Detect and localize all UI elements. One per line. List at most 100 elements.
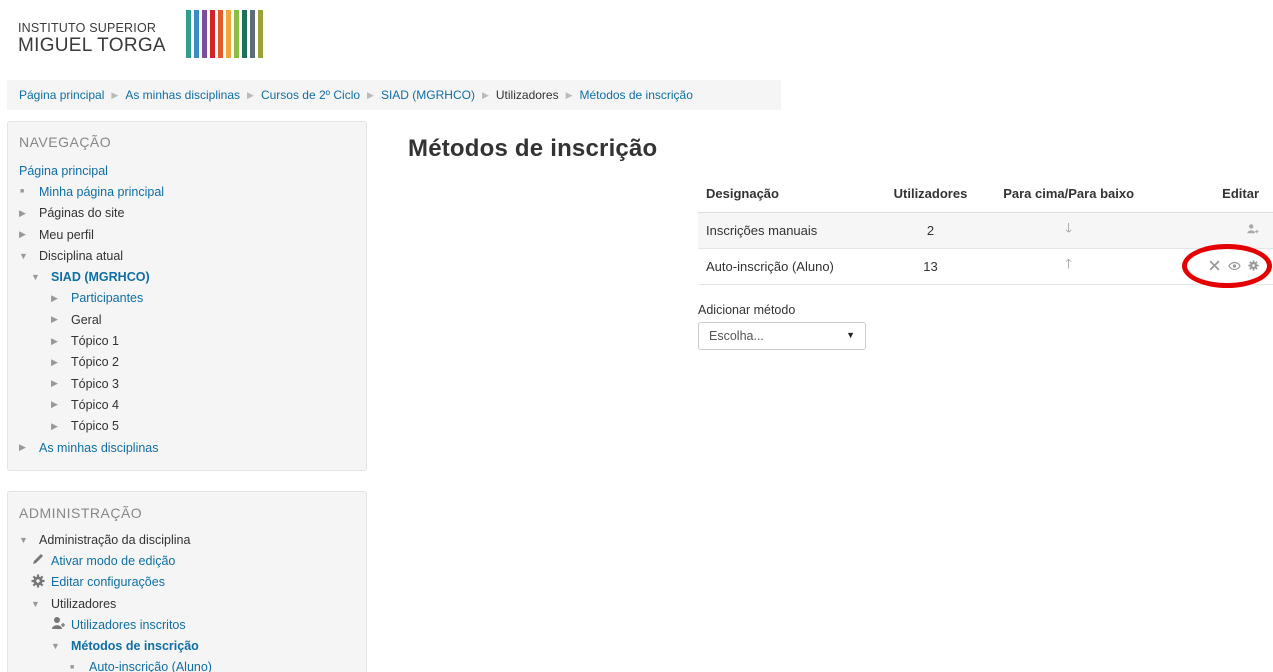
admin-edit-settings-link[interactable]: Editar configurações bbox=[51, 575, 165, 589]
admin-course-administration[interactable]: ▼ Administração da disciplina bbox=[19, 529, 212, 550]
method-user-count: 2 bbox=[872, 212, 989, 249]
page-title: Métodos de inscrição bbox=[408, 135, 658, 162]
method-user-count: 13 bbox=[872, 248, 989, 285]
breadcrumb-home[interactable]: Página principal bbox=[19, 88, 104, 102]
breadcrumb-my-courses[interactable]: As minhas disciplinas bbox=[125, 88, 240, 102]
logo-line2: MIGUEL TORGA bbox=[18, 34, 166, 56]
add-method-label: Adicionar método bbox=[698, 303, 796, 317]
nav-participants-link[interactable]: Participantes bbox=[71, 291, 143, 305]
logo-bar bbox=[226, 10, 231, 58]
nav-topic-1[interactable]: ▶ Tópico 1 bbox=[19, 330, 164, 351]
breadcrumb-enrolment-methods[interactable]: Métodos de inscrição bbox=[580, 88, 693, 102]
nav-topic-3[interactable]: ▶ Tópico 3 bbox=[19, 373, 164, 394]
table-row: Inscrições manuais 2 🡓 bbox=[698, 212, 1273, 249]
logo-bar bbox=[258, 10, 263, 58]
gear-icon bbox=[31, 574, 51, 591]
navigation-block: NAVEGAÇÃO Página principal ■ Minha página… bbox=[7, 121, 367, 471]
admin-users-label: Utilizadores bbox=[51, 596, 117, 611]
move-down-icon[interactable]: 🡓 bbox=[1065, 220, 1072, 235]
admin-users[interactable]: ▼ Utilizadores bbox=[19, 593, 212, 614]
nav-site-pages-label: Páginas do site bbox=[39, 206, 125, 221]
expand-right-icon: ▶ bbox=[19, 207, 26, 218]
logo-line1: INSTITUTO SUPERIOR bbox=[18, 21, 157, 35]
bullet-icon: ■ bbox=[70, 663, 75, 671]
expand-right-icon: ▶ bbox=[19, 229, 26, 240]
expand-right-icon: ▶ bbox=[51, 420, 58, 431]
nav-my-profile[interactable]: ▶ Meu perfil bbox=[19, 224, 164, 245]
logo-bar bbox=[202, 10, 207, 58]
logo-bar bbox=[186, 10, 191, 58]
nav-current-course[interactable]: ▼ Disciplina atual bbox=[19, 245, 164, 266]
nav-general-label: Geral bbox=[71, 312, 102, 327]
navigation-block-title: NAVEGAÇÃO bbox=[19, 134, 112, 150]
nav-site-pages[interactable]: ▶ Páginas do site bbox=[19, 203, 164, 224]
logo-bar bbox=[250, 10, 255, 58]
nav-my-home-link[interactable]: Minha página principal bbox=[39, 185, 164, 199]
column-header-name: Designação bbox=[698, 176, 873, 213]
logo-bar bbox=[210, 10, 215, 58]
expand-right-icon: ▶ bbox=[51, 399, 58, 410]
expand-right-icon: ▶ bbox=[51, 314, 58, 325]
nav-my-profile-label: Meu perfil bbox=[39, 227, 94, 242]
method-name: Inscrições manuais bbox=[698, 212, 873, 249]
add-method-select-value: Escolha... bbox=[709, 329, 764, 343]
logo-bar bbox=[194, 10, 199, 58]
breadcrumb-users: Utilizadores bbox=[495, 88, 559, 102]
table-header-row: Designação Utilizadores Para cima/Para b… bbox=[698, 176, 1273, 213]
logo-bar bbox=[234, 10, 239, 58]
breadcrumb-category[interactable]: Cursos de 2º Ciclo bbox=[261, 88, 360, 102]
nav-topic-5[interactable]: ▶ Tópico 5 bbox=[19, 416, 164, 437]
expand-down-icon: ▼ bbox=[19, 250, 28, 261]
breadcrumb-separator-icon: ▶ bbox=[247, 89, 254, 100]
admin-edit-mode-link[interactable]: Ativar modo de edição bbox=[51, 554, 175, 568]
expand-down-icon: ▼ bbox=[19, 534, 28, 545]
column-header-users: Utilizadores bbox=[872, 176, 989, 213]
institution-logo[interactable]: INSTITUTO SUPERIOR MIGUEL TORGA bbox=[18, 10, 318, 60]
chevron-down-icon: ▼ bbox=[846, 330, 855, 340]
expand-right-icon: ▶ bbox=[19, 442, 26, 452]
nav-topic-2[interactable]: ▶ Tópico 2 bbox=[19, 352, 164, 373]
admin-course-administration-label: Administração da disciplina bbox=[39, 532, 191, 547]
admin-enrolment-methods-link[interactable]: Métodos de inscrição bbox=[71, 639, 199, 653]
nav-topic-label: Tópico 4 bbox=[71, 397, 119, 412]
expand-right-icon: ▶ bbox=[51, 335, 58, 346]
enrolled-users-icon bbox=[51, 616, 71, 633]
nav-topic-label: Tópico 3 bbox=[71, 376, 119, 391]
breadcrumb-separator-icon: ▶ bbox=[565, 89, 573, 100]
expand-down-icon: ▼ bbox=[51, 641, 60, 652]
nav-home-link[interactable]: Página principal bbox=[19, 164, 108, 178]
logo-bar bbox=[242, 10, 247, 58]
admin-self-enrolment-link[interactable]: Auto-inscrição (Aluno) bbox=[89, 660, 212, 672]
expand-right-icon: ▶ bbox=[51, 356, 58, 367]
column-header-up-down: Para cima/Para baixo bbox=[988, 176, 1149, 213]
expand-down-icon: ▼ bbox=[31, 272, 40, 283]
logo-bars bbox=[186, 10, 263, 58]
add-method-select[interactable]: Escolha... ▼ bbox=[698, 322, 866, 350]
nav-current-course-label: Disciplina atual bbox=[39, 248, 124, 263]
bullet-icon: ■ bbox=[20, 188, 25, 196]
breadcrumb-separator-icon: ▶ bbox=[481, 89, 489, 100]
nav-topic-label: Tópico 2 bbox=[71, 355, 119, 370]
nav-course-link[interactable]: SIAD (MGRHCO) bbox=[51, 270, 150, 284]
breadcrumb-course[interactable]: SIAD (MGRHCO) bbox=[381, 88, 475, 102]
administration-tree: ▼ Administração da disciplina Ativar modo… bbox=[19, 529, 212, 672]
nav-topic-label: Tópico 5 bbox=[71, 419, 119, 434]
nav-topic-label: Tópico 1 bbox=[71, 334, 119, 349]
column-header-edit: Editar bbox=[1148, 176, 1273, 213]
navigation-tree: Página principal ■ Minha página principal… bbox=[19, 160, 164, 458]
nav-general[interactable]: ▶ Geral bbox=[19, 309, 164, 330]
nav-topic-4[interactable]: ▶ Tópico 4 bbox=[19, 394, 164, 415]
administration-block-title: ADMINISTRAÇÃO bbox=[19, 505, 143, 521]
admin-enrolled-users-link[interactable]: Utilizadores inscritos bbox=[71, 618, 186, 632]
move-up-icon[interactable]: 🡑 bbox=[1065, 256, 1072, 271]
nav-my-courses-link[interactable]: As minhas disciplinas bbox=[39, 441, 159, 455]
pencil-icon bbox=[31, 552, 51, 569]
expand-right-icon: ▶ bbox=[51, 378, 58, 389]
enrol-users-icon[interactable] bbox=[1246, 223, 1259, 238]
expand-down-icon: ▼ bbox=[31, 598, 40, 609]
logo-bar bbox=[218, 10, 223, 58]
red-highlight-circle bbox=[1182, 244, 1272, 288]
breadcrumb-separator-icon: ▶ bbox=[367, 89, 374, 100]
expand-right-icon: ▶ bbox=[51, 292, 58, 303]
breadcrumb-separator-icon: ▶ bbox=[111, 89, 119, 100]
